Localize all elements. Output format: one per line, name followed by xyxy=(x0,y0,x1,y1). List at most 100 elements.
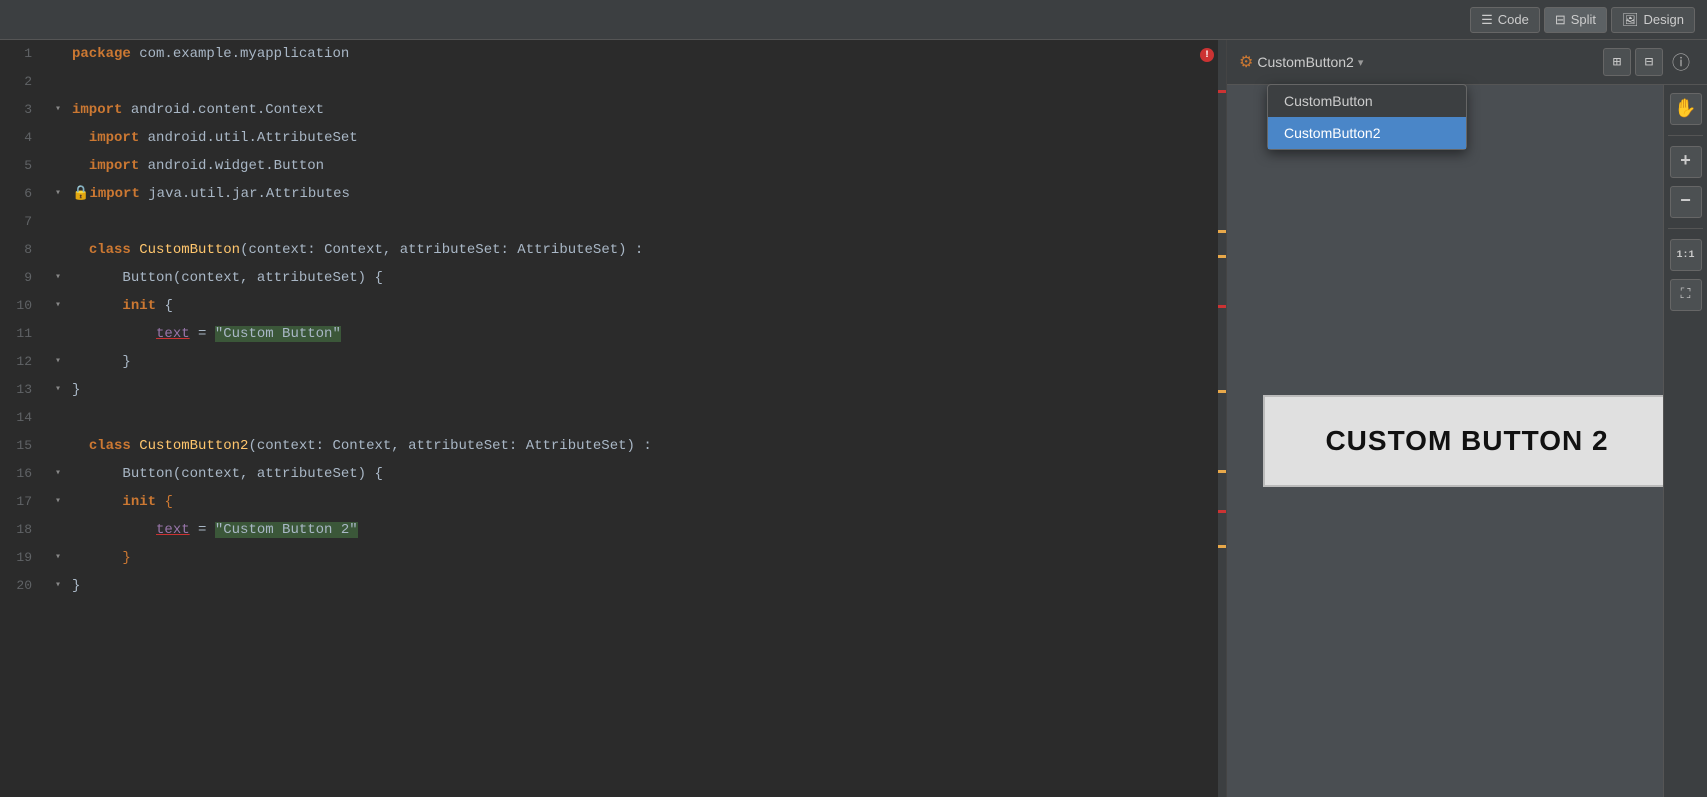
line-content: } xyxy=(68,376,1226,404)
line-number: 14 xyxy=(0,404,48,432)
line-content: init { xyxy=(68,292,1226,320)
line-number: 19 xyxy=(0,544,48,572)
code-line: 13▾} xyxy=(0,376,1226,404)
scroll-marker xyxy=(1218,470,1226,473)
code-line: 19▾ } xyxy=(0,544,1226,572)
fold-icon[interactable]: ▾ xyxy=(55,544,61,572)
line-content: class CustomButton(context: Context, att… xyxy=(68,236,1226,264)
line-gutter: ▾ xyxy=(48,460,68,488)
line-number: 10 xyxy=(0,292,48,320)
fold-icon[interactable]: ▾ xyxy=(55,572,61,600)
header-icons: ⊞ ⊟ ⓘ xyxy=(1603,48,1695,76)
code-view-button[interactable]: ☰ Code xyxy=(1470,7,1540,33)
line-number: 5 xyxy=(0,152,48,180)
right-panel: ⚙ CustomButton2 ▾ ⊞ ⊟ ⓘ CustomButtonCust… xyxy=(1227,40,1707,797)
fullscreen-button[interactable]: ⛶ xyxy=(1670,279,1702,311)
line-gutter: ▾ xyxy=(48,544,68,572)
fold-icon[interactable]: ▾ xyxy=(55,348,61,376)
code-line: 11 text = "Custom Button" xyxy=(0,320,1226,348)
line-gutter: ▾ xyxy=(48,264,68,292)
line-number: 7 xyxy=(0,208,48,236)
line-number: 6 xyxy=(0,180,48,208)
line-content: class CustomButton2(context: Context, at… xyxy=(68,432,1226,460)
code-line: 16▾ Button(context, attributeSet) { xyxy=(0,460,1226,488)
line-gutter: ▾ xyxy=(48,376,68,404)
code-line: 8 class CustomButton(context: Context, a… xyxy=(0,236,1226,264)
scroll-marker xyxy=(1218,545,1226,548)
scroll-marker xyxy=(1218,230,1226,233)
fold-icon[interactable]: ▾ xyxy=(55,488,61,516)
warning-button[interactable]: ⓘ xyxy=(1667,48,1695,76)
line-content: Button(context, attributeSet) { xyxy=(68,460,1226,488)
line-content: import android.util.AttributeSet xyxy=(68,124,1226,152)
line-number: 4 xyxy=(0,124,48,152)
code-icon: ☰ xyxy=(1481,12,1493,28)
code-line: 5 import android.widget.Button xyxy=(0,152,1226,180)
remove-component-button[interactable]: ⊟ xyxy=(1635,48,1663,76)
line-number: 2 xyxy=(0,68,48,96)
line-content: 🔒import java.util.jar.Attributes xyxy=(68,180,1226,208)
line-content: } xyxy=(68,348,1226,376)
scroll-marker xyxy=(1218,510,1226,513)
fold-icon[interactable]: ▾ xyxy=(55,180,61,208)
ratio-button[interactable]: 1:1 xyxy=(1670,239,1702,271)
component-selector[interactable]: ⚙ CustomButton2 ▾ xyxy=(1239,52,1363,72)
fold-icon[interactable]: ▾ xyxy=(55,264,61,292)
right-tools: ✋ + − 1:1 ⛶ xyxy=(1663,85,1707,797)
fold-icon[interactable]: ▾ xyxy=(55,376,61,404)
line-number: 9 xyxy=(0,264,48,292)
scroll-marker xyxy=(1218,305,1226,308)
line-number: 16 xyxy=(0,460,48,488)
design-view-button[interactable]: 🖼 Design xyxy=(1611,7,1695,33)
line-number: 8 xyxy=(0,236,48,264)
split-icon: ⊟ xyxy=(1555,12,1566,28)
scroll-marker xyxy=(1218,390,1226,393)
add-component-button[interactable]: ⊞ xyxy=(1603,48,1631,76)
code-line: 18 text = "Custom Button 2" xyxy=(0,516,1226,544)
tool-divider-2 xyxy=(1668,228,1703,229)
fold-icon[interactable]: ▾ xyxy=(55,292,61,320)
code-editor[interactable]: ! 1package com.example.myapplication23▾i… xyxy=(0,40,1227,797)
preview-button: CUSTOM BUTTON 2 xyxy=(1263,395,1670,487)
line-content: import android.widget.Button xyxy=(68,152,1226,180)
line-number: 13 xyxy=(0,376,48,404)
line-content: Button(context, attributeSet) { xyxy=(68,264,1226,292)
line-number: 11 xyxy=(0,320,48,348)
error-indicator: ! xyxy=(1200,48,1214,62)
hand-tool-button[interactable]: ✋ xyxy=(1670,93,1702,125)
code-line: 7 xyxy=(0,208,1226,236)
line-gutter: ▾ xyxy=(48,96,68,124)
fold-icon[interactable]: ▾ xyxy=(55,96,61,124)
line-content: } xyxy=(68,572,1226,600)
dropdown-item[interactable]: CustomButton2 xyxy=(1268,117,1466,149)
scroll-marker xyxy=(1218,255,1226,258)
code-line: 3▾import android.content.Context xyxy=(0,96,1226,124)
line-number: 20 xyxy=(0,572,48,600)
line-content: package com.example.myapplication xyxy=(68,40,1226,68)
line-gutter: ▾ xyxy=(48,348,68,376)
code-line: 2 xyxy=(0,68,1226,96)
code-lines: 1package com.example.myapplication23▾imp… xyxy=(0,40,1226,797)
line-gutter: ▾ xyxy=(48,180,68,208)
zoom-out-button[interactable]: − xyxy=(1670,186,1702,218)
code-line: 4 import android.util.AttributeSet xyxy=(0,124,1226,152)
line-gutter: ▾ xyxy=(48,572,68,600)
zoom-in-button[interactable]: + xyxy=(1670,146,1702,178)
line-gutter: ▾ xyxy=(48,488,68,516)
line-number: 17 xyxy=(0,488,48,516)
line-content: import android.content.Context xyxy=(68,96,1226,124)
code-line: 14 xyxy=(0,404,1226,432)
component-dropdown: CustomButtonCustomButton2 xyxy=(1267,84,1467,150)
dropdown-arrow-icon: ▾ xyxy=(1358,56,1364,69)
code-line: 20▾} xyxy=(0,572,1226,600)
main-content: ! 1package com.example.myapplication23▾i… xyxy=(0,40,1707,797)
dropdown-item[interactable]: CustomButton xyxy=(1268,85,1466,117)
fold-icon[interactable]: ▾ xyxy=(55,460,61,488)
split-view-button[interactable]: ⊟ Split xyxy=(1544,7,1607,33)
scroll-marker xyxy=(1218,90,1226,93)
line-number: 15 xyxy=(0,432,48,460)
code-line: 12▾ } xyxy=(0,348,1226,376)
scroll-track[interactable] xyxy=(1218,40,1226,797)
code-line: 9▾ Button(context, attributeSet) { xyxy=(0,264,1226,292)
line-content: text = "Custom Button 2" xyxy=(68,516,1226,544)
